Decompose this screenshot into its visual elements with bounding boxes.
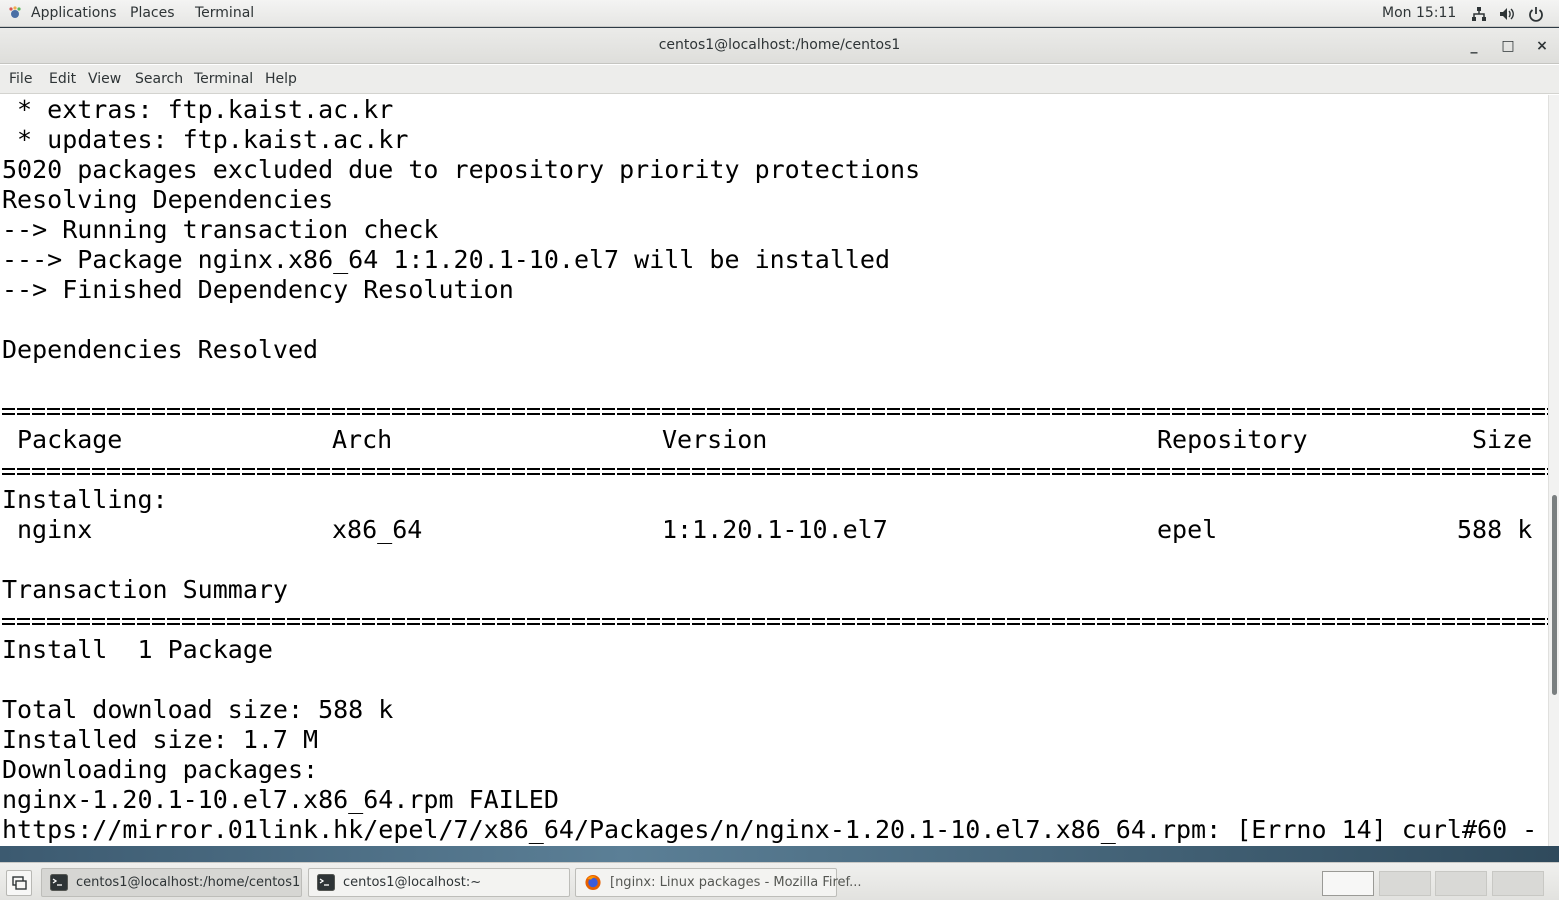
terminal-scrollbar[interactable] xyxy=(1548,95,1559,846)
task-terminal-home[interactable]: centos1@localhost:/home/centos1 xyxy=(41,868,302,897)
header-repository: Repository xyxy=(1157,425,1308,454)
workspace-2[interactable] xyxy=(1379,871,1431,896)
terminal-icon xyxy=(50,874,68,891)
terminal-line: Install 1 Package xyxy=(2,635,273,664)
clock[interactable]: Mon 15:11 xyxy=(1382,5,1456,21)
window-titlebar[interactable]: centos1@localhost:/home/centos1 _ □ × xyxy=(0,28,1559,64)
close-button[interactable]: × xyxy=(1530,34,1554,58)
minimize-button[interactable]: _ xyxy=(1462,34,1486,58)
terminal-line: 5020 packages excluded due to repository… xyxy=(2,155,921,184)
menu-help[interactable]: Help xyxy=(265,71,297,87)
header-package: Package xyxy=(17,425,123,454)
firefox-icon xyxy=(585,874,601,891)
menu-terminal[interactable]: Terminal xyxy=(194,71,253,87)
volume-icon[interactable] xyxy=(1498,5,1516,23)
gnome-foot-icon xyxy=(9,6,21,18)
terminal-line: --> Running transaction check xyxy=(2,215,439,244)
summary-title: Transaction Summary xyxy=(2,575,288,604)
row-package: nginx xyxy=(17,515,93,544)
separator-rule xyxy=(2,605,1548,635)
terminal-icon xyxy=(317,874,335,891)
header-version: Version xyxy=(662,425,768,454)
menu-search[interactable]: Search xyxy=(135,71,183,87)
task-label: centos1@localhost:~ xyxy=(343,875,482,890)
terminal-window: centos1@localhost:/home/centos1 _ □ × Fi… xyxy=(0,28,1559,846)
terminal-line: --> Finished Dependency Resolution xyxy=(2,275,514,304)
terminal-line: Downloading packages: xyxy=(2,755,319,784)
task-label: [nginx: Linux packages - Mozilla Firef..… xyxy=(610,875,862,890)
applications-menu[interactable]: Applications xyxy=(31,5,117,21)
installing-label: Installing: xyxy=(2,485,168,514)
task-firefox[interactable]: [nginx: Linux packages - Mozilla Firef..… xyxy=(575,868,862,897)
row-repository: epel xyxy=(1157,515,1218,544)
terminal-output[interactable]: * extras: ftp.kaist.ac.kr * updates: ftp… xyxy=(0,95,1548,846)
bottom-panel: centos1@localhost:/home/centos1 centos1@… xyxy=(0,862,1559,900)
row-size: 588 k xyxy=(1457,515,1533,544)
places-menu[interactable]: Places xyxy=(130,5,175,21)
maximize-button[interactable]: □ xyxy=(1496,34,1520,58)
table-header: Package Arch Version Repository Size xyxy=(2,425,1548,455)
terminal-line: https://mirror.01link.hk/epel/7/x86_64/P… xyxy=(2,815,1538,844)
task-terminal-tilde[interactable]: centos1@localhost:~ xyxy=(308,868,570,897)
header-size: Size xyxy=(1472,425,1533,454)
workspace-1[interactable] xyxy=(1322,871,1374,896)
top-panel: Applications Places Terminal Mon 15:11 xyxy=(0,0,1559,27)
terminal-app-menu[interactable]: Terminal xyxy=(195,5,254,21)
terminal-line: nginx-1.20.1-10.el7.x86_64.rpm FAILED xyxy=(2,785,559,814)
show-desktop-button[interactable] xyxy=(6,870,32,896)
separator-rule xyxy=(2,395,1548,425)
workspace-3[interactable] xyxy=(1435,871,1487,896)
menu-view[interactable]: View xyxy=(88,71,121,87)
task-label: centos1@localhost:/home/centos1 xyxy=(76,875,301,890)
terminal-line: * extras: ftp.kaist.ac.kr xyxy=(2,95,394,124)
desktop-background xyxy=(0,846,1559,862)
terminal-line: Dependencies Resolved xyxy=(2,335,319,364)
separator-rule xyxy=(2,455,1548,485)
header-arch: Arch xyxy=(332,425,393,454)
scrollbar-thumb[interactable] xyxy=(1552,495,1557,695)
menubar: File Edit View Search Terminal Help xyxy=(0,65,1559,94)
network-icon[interactable] xyxy=(1470,5,1488,23)
terminal-line: Total download size: 588 k xyxy=(2,695,394,724)
terminal-line: Resolving Dependencies xyxy=(2,185,334,214)
menu-file[interactable]: File xyxy=(9,71,32,87)
row-version: 1:1.20.1-10.el7 xyxy=(662,515,888,544)
row-arch: x86_64 xyxy=(332,515,423,544)
terminal-line: Installed size: 1.7 M xyxy=(2,725,319,754)
workspace-4[interactable] xyxy=(1492,871,1544,896)
terminal-line: * updates: ftp.kaist.ac.kr xyxy=(2,125,409,154)
table-row: nginx x86_64 1:1.20.1-10.el7 epel 588 k xyxy=(2,515,1548,545)
power-icon[interactable] xyxy=(1527,5,1545,23)
window-title: centos1@localhost:/home/centos1 xyxy=(658,37,901,53)
terminal-line: ---> Package nginx.x86_64 1:1.20.1-10.el… xyxy=(2,245,891,274)
menu-edit[interactable]: Edit xyxy=(49,71,76,87)
show-desktop-icon xyxy=(12,876,27,890)
